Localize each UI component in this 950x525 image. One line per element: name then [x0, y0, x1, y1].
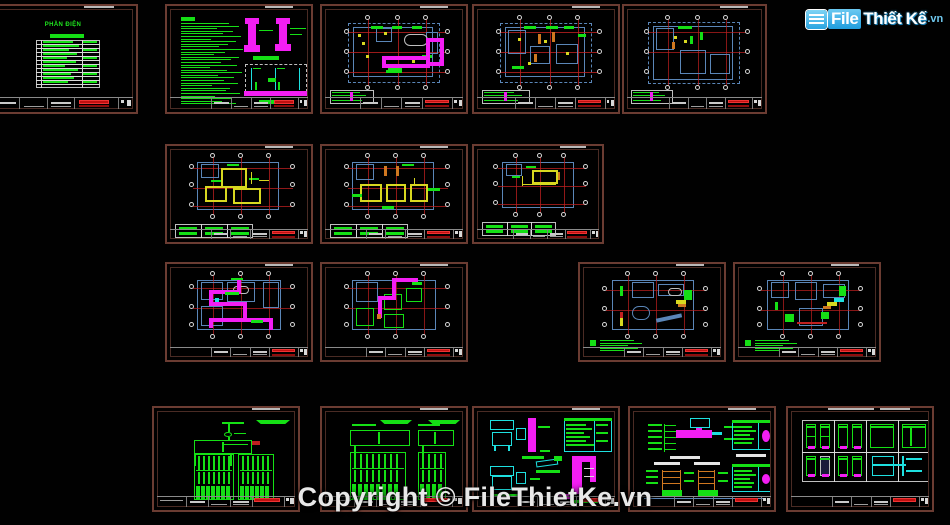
- note-heading-chip: [181, 17, 195, 21]
- drawing-sheet[interactable]: [152, 406, 300, 512]
- sheet-canvas: PHẦN ĐIỆN: [0, 9, 133, 109]
- site-logo[interactable]: File Thiết Kế .vn: [806, 9, 943, 29]
- title-block: [324, 228, 464, 240]
- sheet-tab-stub: [572, 408, 600, 410]
- drawing-sheet[interactable]: PHẦN ĐIỆN: [0, 4, 138, 114]
- title-block: [156, 495, 296, 507]
- sheet-canvas: [325, 149, 463, 239]
- logo-text-file: File: [828, 9, 862, 29]
- sheet-tab-stub: [420, 146, 448, 148]
- sheet-tab-stub: [265, 264, 293, 266]
- title-block: [626, 97, 763, 109]
- sheet-tab-stub: [265, 6, 293, 8]
- title-block: [324, 346, 464, 358]
- sheet-canvas: [477, 149, 599, 239]
- title-block: [169, 228, 309, 240]
- drawing-sheet[interactable]: [472, 406, 620, 512]
- sheet-tab-stub: [728, 408, 756, 410]
- sheet-canvas: [157, 411, 295, 507]
- drawing-sheet[interactable]: [320, 262, 468, 362]
- title-block: [169, 346, 309, 358]
- logo-text-vn: .vn: [927, 13, 944, 25]
- legend-symbol: [745, 340, 751, 346]
- drawing-sheet[interactable]: [733, 262, 881, 362]
- title-block: [324, 97, 464, 109]
- sheet-canvas: [170, 149, 308, 239]
- sheet-tab-stub: [265, 146, 293, 148]
- sheet-canvas: [477, 9, 615, 109]
- sheet-canvas: [325, 9, 463, 109]
- sheet-tab-stub: [720, 6, 748, 8]
- sheet-tab-stub: [252, 408, 280, 410]
- drawing-sheet[interactable]: [472, 144, 604, 244]
- detail-pole-right-cap: [276, 18, 290, 24]
- sheet-canvas: [583, 267, 721, 357]
- sheet-tab-stub: [828, 408, 874, 410]
- sheet-canvas: [170, 267, 308, 357]
- sheet-tab-stub-2: [880, 408, 910, 410]
- sheet-tab-stub: [420, 408, 448, 410]
- drawing-sheet[interactable]: [320, 406, 468, 512]
- title-block: [632, 495, 772, 507]
- title-block: [476, 97, 616, 109]
- sheet-tab-stub: [84, 6, 114, 8]
- title-block: [790, 495, 930, 507]
- detail-pole-right-base: [275, 44, 291, 51]
- title-block: [582, 346, 722, 358]
- title-block: [0, 97, 134, 109]
- sheet-title: PHẦN ĐIỆN: [44, 22, 82, 28]
- drawing-sheet[interactable]: [165, 144, 313, 244]
- sheet-canvas: [325, 267, 463, 357]
- general-notes-text: [181, 23, 243, 106]
- legend-symbol: [590, 340, 596, 346]
- sheet-canvas: [633, 411, 771, 507]
- sheet-tab-stub: [676, 264, 704, 266]
- drawing-sheet[interactable]: [578, 262, 726, 362]
- drawing-sheet[interactable]: [165, 4, 313, 114]
- drawing-sheet[interactable]: [622, 4, 767, 114]
- logo-text-thietke: Thiết Kế: [863, 9, 927, 28]
- sheet-canvas: [477, 411, 615, 507]
- sheet-canvas: [170, 9, 308, 109]
- title-block: [324, 495, 464, 507]
- title-block: [169, 97, 309, 109]
- drawing-sheet[interactable]: [472, 4, 620, 114]
- drawing-sheet[interactable]: [320, 4, 468, 114]
- sheet-tab-stub: [572, 6, 600, 8]
- sheet-canvas: [627, 9, 762, 109]
- detail-pole-left-cap: [245, 18, 259, 24]
- sheet-canvas: [325, 411, 463, 507]
- sheet-canvas: [738, 267, 876, 357]
- ground-bar: [244, 91, 307, 96]
- title-block: [476, 228, 600, 240]
- detail-label-chip: [253, 56, 279, 60]
- title-block: [737, 346, 877, 358]
- sheet-tab-stub: [831, 264, 859, 266]
- detail-pole-left-base: [244, 45, 260, 52]
- folder-icon: [806, 9, 827, 29]
- title-block: [476, 495, 616, 507]
- sheet-tab-stub: [560, 146, 586, 148]
- cad-preview-canvas: PHẦN ĐIỆN File Thiết Kế .vn Copyright © …: [0, 0, 950, 525]
- drawing-sheet[interactable]: [786, 406, 934, 512]
- drawing-sheet[interactable]: [165, 262, 313, 362]
- drawing-sheet[interactable]: [320, 144, 468, 244]
- title-underline: [50, 34, 84, 38]
- sheet-tab-stub: [420, 264, 448, 266]
- sheet-canvas: [791, 411, 929, 507]
- drawing-sheet[interactable]: [628, 406, 776, 512]
- sheet-tab-stub: [420, 6, 448, 8]
